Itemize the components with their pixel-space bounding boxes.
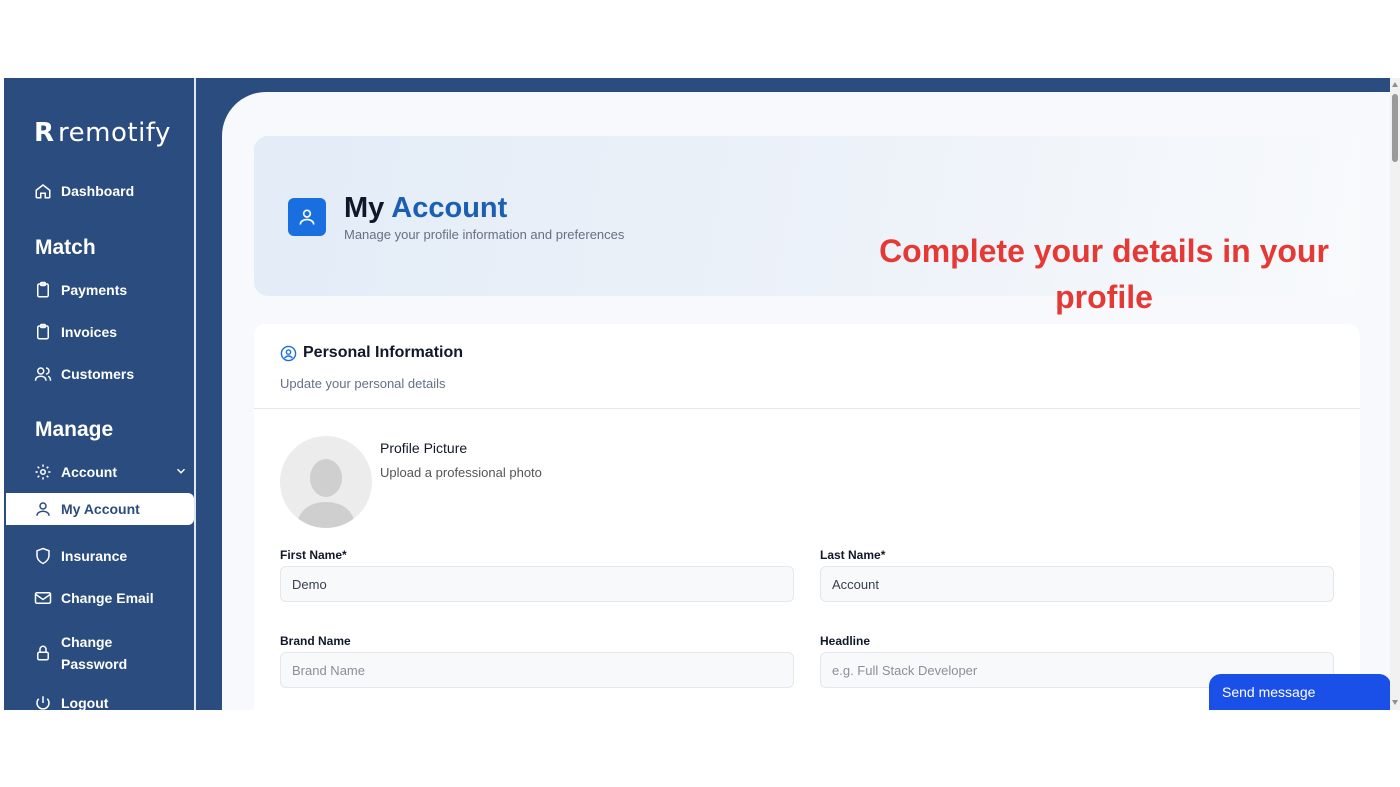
last-name-label: Last Name* bbox=[820, 548, 886, 562]
sidebar-item-customers[interactable]: Customers bbox=[34, 365, 134, 383]
sidebar-item-label: My Account bbox=[61, 501, 140, 517]
scrollbar[interactable] bbox=[1390, 78, 1400, 710]
page-title-part2: Account bbox=[391, 192, 508, 224]
mail-icon bbox=[34, 592, 52, 604]
sidebar-item-invoices[interactable]: Invoices bbox=[34, 323, 117, 341]
sidebar-item-label: Payments bbox=[61, 282, 128, 298]
sidebar-item-change-password[interactable]: Change Password bbox=[34, 631, 127, 675]
divider bbox=[254, 408, 1360, 409]
headline-label: Headline bbox=[820, 634, 871, 648]
sidebar-item-label: Invoices bbox=[61, 324, 118, 340]
user-icon bbox=[36, 502, 50, 516]
profile-picture-title: Profile Picture bbox=[380, 440, 468, 456]
sidebar-item-logout[interactable]: Logout bbox=[34, 694, 108, 710]
sidebar-item-label-line1: Change bbox=[61, 634, 113, 650]
card-title: Personal Information bbox=[280, 344, 463, 362]
first-name-field[interactable] bbox=[280, 566, 794, 602]
avatar-placeholder-icon bbox=[296, 459, 356, 528]
scrollbar-thumb[interactable] bbox=[1392, 94, 1398, 162]
brand-name-field[interactable] bbox=[280, 652, 794, 688]
brand-name-label: Brand Name bbox=[280, 634, 351, 648]
lock-icon bbox=[37, 645, 49, 661]
sidebar-item-payments[interactable]: Payments bbox=[34, 281, 127, 299]
annotation-callout: Complete your details in your profile bbox=[844, 228, 1364, 320]
account-badge bbox=[288, 198, 326, 236]
profile-picture-subtitle: Upload a professional photo bbox=[380, 465, 542, 480]
sidebar-item-label: Customers bbox=[61, 366, 135, 382]
clipboard-icon bbox=[37, 323, 49, 340]
page-subtitle: Manage your profile information and pref… bbox=[344, 227, 625, 242]
gear-icon bbox=[35, 464, 51, 480]
personal-information-card: Personal Information Update your persona… bbox=[254, 324, 1360, 710]
send-message-button[interactable]: Send message bbox=[1209, 674, 1391, 710]
logo-text: remotify bbox=[58, 118, 171, 148]
sidebar-item-label: Change Password bbox=[61, 631, 127, 675]
sidebar-item-label: Insurance bbox=[61, 548, 128, 564]
card-title-text: Personal Information bbox=[303, 344, 464, 361]
section-heading-match: Match bbox=[35, 236, 96, 259]
sidebar-item-insurance[interactable]: Insurance bbox=[34, 547, 127, 565]
main-content: My Account Manage your profile informati… bbox=[222, 92, 1392, 710]
callout-line2: profile bbox=[1055, 279, 1153, 315]
power-icon bbox=[36, 696, 50, 710]
logo-icon: R bbox=[34, 118, 55, 148]
page-header: My Account Manage your profile informati… bbox=[254, 136, 1360, 315]
scroll-up-icon[interactable] bbox=[1392, 82, 1398, 87]
logo[interactable]: R remotify bbox=[34, 118, 171, 148]
users-icon bbox=[34, 367, 52, 381]
app-window: R remotify Dashboard Match Payments Invo… bbox=[4, 78, 1400, 710]
home-icon bbox=[35, 184, 51, 199]
last-name-field[interactable] bbox=[820, 566, 1334, 602]
first-name-label: First Name* bbox=[280, 548, 347, 562]
clipboard-icon bbox=[37, 281, 49, 298]
section-heading-manage: Manage bbox=[35, 418, 114, 441]
sidebar-item-change-email[interactable]: Change Email bbox=[34, 589, 154, 607]
sidebar-divider bbox=[194, 78, 196, 710]
sidebar-item-label: Dashboard bbox=[61, 183, 135, 199]
user-icon bbox=[299, 209, 315, 225]
sidebar-item-account[interactable]: Account bbox=[34, 463, 117, 481]
sidebar-item-label: Logout bbox=[61, 695, 109, 710]
sidebar-item-my-account[interactable]: My Account bbox=[6, 493, 194, 525]
sidebar: R remotify Dashboard Match Payments Invo… bbox=[4, 78, 194, 710]
card-subtitle: Update your personal details bbox=[280, 376, 446, 391]
avatar[interactable] bbox=[280, 436, 372, 528]
sidebar-item-label-line2: Password bbox=[61, 656, 128, 672]
shield-icon bbox=[36, 547, 50, 565]
callout-line1: Complete your details in your bbox=[879, 233, 1329, 269]
page-title: My Account bbox=[344, 192, 507, 225]
sidebar-item-label: Change Email bbox=[61, 590, 154, 606]
chevron-down-icon[interactable] bbox=[174, 464, 188, 478]
scroll-down-icon[interactable] bbox=[1392, 700, 1398, 705]
sidebar-item-label: Account bbox=[61, 464, 117, 480]
user-circle-icon bbox=[280, 345, 297, 361]
page-title-part1: My bbox=[344, 192, 385, 224]
sidebar-item-dashboard[interactable]: Dashboard bbox=[34, 182, 134, 200]
